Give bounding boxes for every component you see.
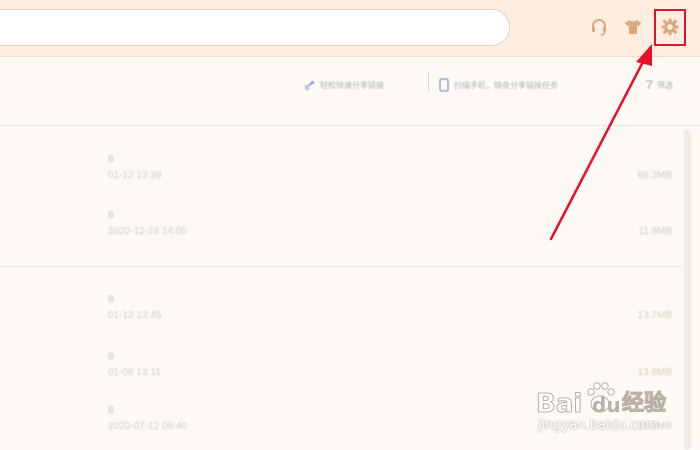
item-name: B	[108, 154, 115, 164]
link-icon	[305, 81, 314, 90]
filter-item[interactable]: 筛选	[645, 76, 673, 94]
phone-share-label: 扫描手机，随身分享链接任务	[454, 80, 558, 90]
item-time: 2020-07-12 08:40	[108, 421, 187, 432]
item-name: B	[108, 405, 115, 415]
phone-icon	[439, 78, 449, 92]
baidu-watermark: Bai du 经验 jingyan.baidu.com	[536, 376, 696, 440]
baidu-logo: Bai du 经验	[536, 382, 667, 420]
item-size: 66.2MB	[637, 170, 672, 181]
filter-icon	[646, 80, 653, 89]
settings-highlight-box	[654, 9, 686, 46]
svg-text:du: du	[592, 393, 621, 417]
watermark-url: jingyan.baidu.com	[538, 418, 658, 433]
filter-label: 筛选	[657, 80, 673, 90]
list-item[interactable]: B 01-12 13:45 13.7MB	[0, 294, 682, 334]
search-input[interactable]	[11, 18, 481, 38]
skin-button[interactable]	[620, 14, 646, 40]
headset-icon	[592, 19, 606, 36]
list-group: B 01-12 13:39 66.2MB B 2020-12-28 14:05 …	[0, 126, 682, 267]
item-time: 01-12 13:39	[108, 170, 162, 181]
share-link-item[interactable]: 轻松快速分享链接	[304, 76, 384, 94]
item-name: B	[108, 210, 115, 220]
list-item[interactable]: B 2020-12-28 14:05 11.8MB	[0, 210, 682, 250]
tshirt-icon	[625, 20, 641, 34]
toolbar-divider	[428, 73, 429, 91]
customer-service-button[interactable]	[586, 14, 612, 40]
top-bar	[0, 0, 700, 57]
item-size: 13.7MB	[637, 310, 672, 321]
svg-text:经验: 经验	[622, 390, 666, 416]
item-time: 01-12 13:45	[108, 310, 162, 321]
search-box[interactable]	[0, 9, 510, 46]
item-name: B	[108, 351, 115, 361]
item-time: 2020-12-28 14:05	[108, 226, 187, 237]
phone-share-item[interactable]: 扫描手机，随身分享链接任务	[438, 76, 558, 94]
share-link-label: 轻松快速分享链接	[320, 80, 384, 90]
item-time: 01-08 13:11	[108, 367, 161, 378]
svg-text:Bai: Bai	[536, 389, 582, 419]
item-size: 11.8MB	[638, 226, 672, 237]
item-name: B	[108, 294, 115, 304]
list-item[interactable]: B 01-12 13:39 66.2MB	[0, 154, 682, 194]
